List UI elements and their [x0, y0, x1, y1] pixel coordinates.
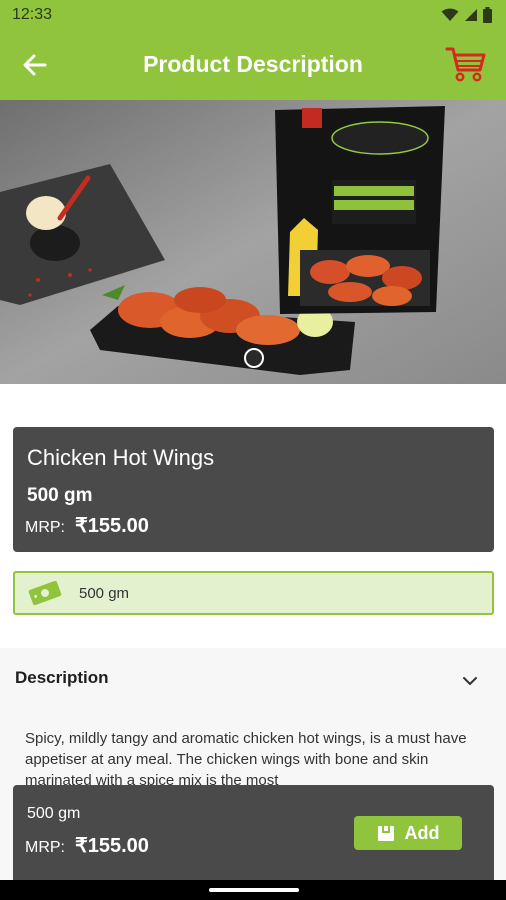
add-button[interactable]: Add — [354, 816, 462, 850]
product-photo — [0, 100, 506, 384]
status-time: 12:33 — [12, 6, 53, 23]
page-title: Product Description — [143, 51, 363, 77]
cart-icon — [445, 47, 486, 82]
status-bar: 12:33 — [0, 0, 506, 30]
home-handle[interactable] — [209, 888, 299, 892]
app-bar: Product Description — [0, 30, 506, 100]
bottom-mrp-label: MRP: — [25, 839, 65, 856]
price-tag-icon — [27, 581, 63, 605]
system-nav-bar — [0, 880, 506, 900]
status-icons — [441, 7, 492, 23]
description-header[interactable]: Description — [0, 648, 506, 710]
bottom-price-row: MRP: ₹155.00 — [25, 833, 149, 858]
variant-option[interactable]: 500 gm — [13, 571, 494, 615]
add-button-label: Add — [404, 822, 440, 843]
product-info-card: Chicken Hot Wings 500 gm MRP: ₹155.00 — [13, 427, 494, 552]
product-price: ₹155.00 — [75, 515, 149, 537]
mrp-label: MRP: — [25, 519, 65, 536]
product-price-row: MRP: ₹155.00 — [25, 513, 149, 538]
variant-label: 500 gm — [79, 584, 130, 602]
signal-icon — [465, 9, 477, 21]
description-title: Description — [15, 668, 109, 687]
wifi-icon — [441, 8, 459, 21]
add-to-cart-bar: 500 gm MRP: ₹155.00 Add — [13, 785, 494, 880]
product-weight: 500 gm — [27, 485, 93, 506]
product-image[interactable] — [0, 100, 506, 384]
battery-icon — [483, 7, 492, 23]
description-text: Spicy, mildly tangy and aromatic chicken… — [25, 730, 467, 789]
chevron-down-icon — [463, 677, 477, 686]
screen: 12:33 Product Description Chicken Hot Wi… — [0, 0, 506, 900]
bottom-price: ₹155.00 — [75, 835, 149, 857]
product-name: Chicken Hot Wings — [27, 445, 215, 470]
bottom-weight: 500 gm — [27, 805, 81, 822]
carousel-indicator[interactable] — [244, 348, 264, 368]
bag-icon — [377, 826, 394, 841]
cart-button[interactable] — [444, 44, 488, 86]
